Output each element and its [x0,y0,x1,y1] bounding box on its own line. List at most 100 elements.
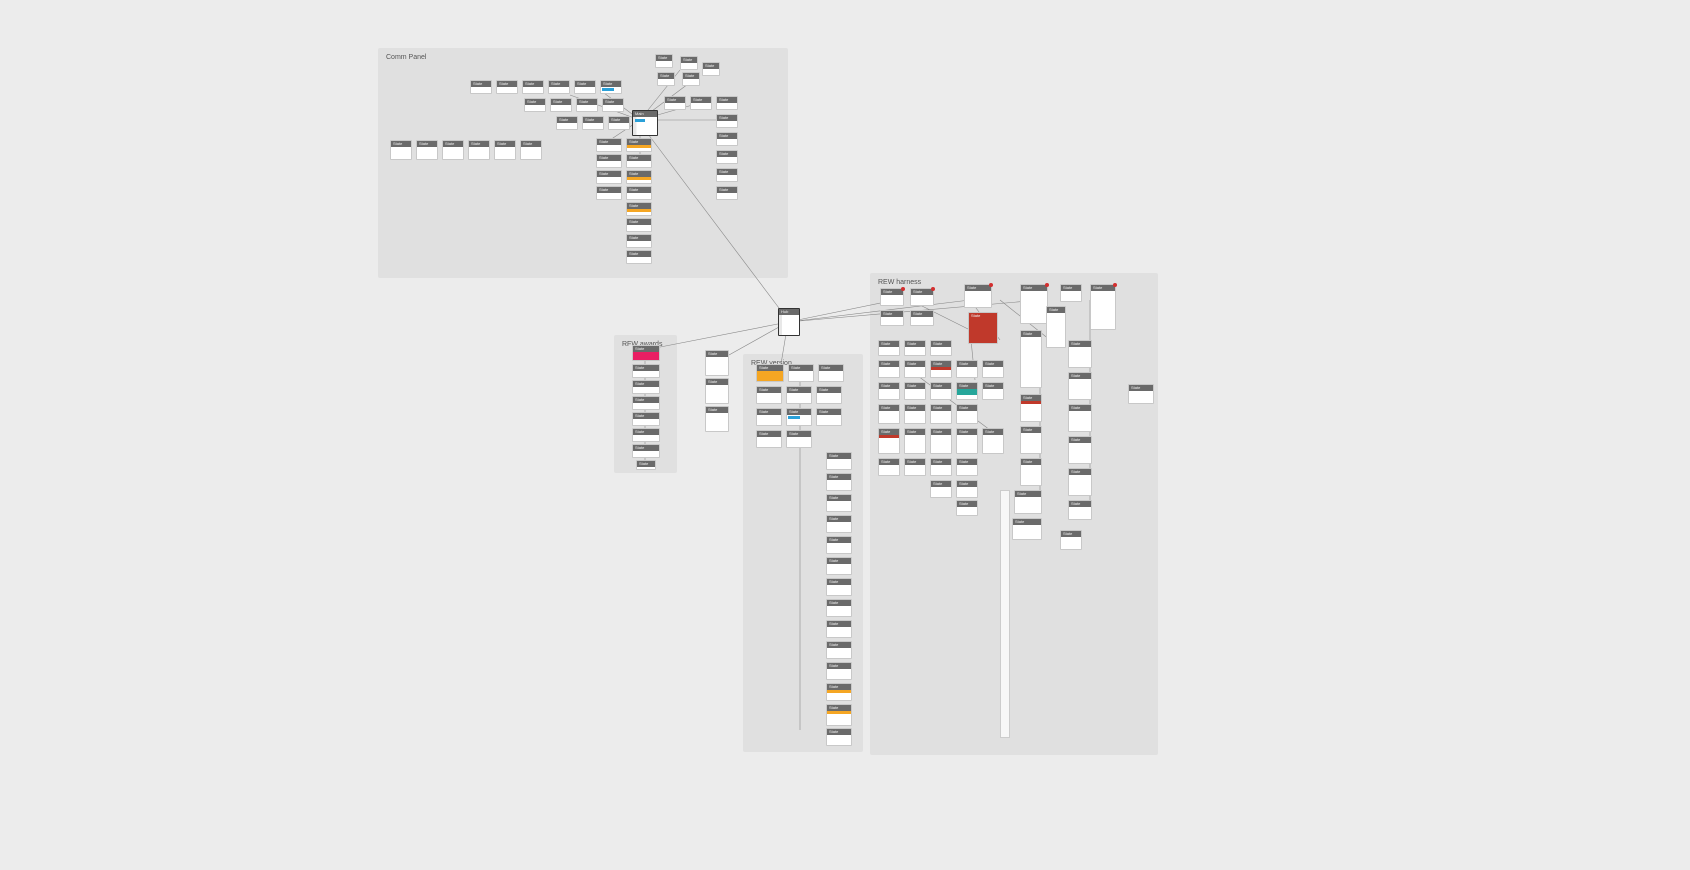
harness-node[interactable]: State [904,428,926,454]
version-node[interactable]: State [786,386,812,404]
comm-node[interactable]: State [626,234,652,248]
comm-node[interactable]: State [496,80,518,94]
harness-node[interactable]: State [930,458,952,476]
harness-node[interactable]: State [910,310,934,326]
harness-node[interactable]: State [1068,500,1092,520]
comm-node[interactable]: State [680,56,698,70]
harness-node[interactable]: State [878,458,900,476]
harness-node[interactable]: State [1060,284,1082,302]
comm-node[interactable]: State [657,72,675,86]
comm-node[interactable]: State [468,140,490,160]
harness-node[interactable]: State [878,428,900,454]
comm-node[interactable]: State [716,168,738,182]
rfw-node[interactable]: State [632,444,660,458]
harness-node[interactable]: State [1014,490,1042,514]
harness-node[interactable]: State [982,360,1004,378]
comm-node[interactable]: State [416,140,438,160]
harness-node[interactable]: State [904,458,926,476]
comm-node[interactable]: State [716,114,738,128]
version-node[interactable]: State [756,408,782,426]
rfw-node[interactable]: State [632,345,660,361]
comm-node[interactable]: State [626,154,652,168]
version-chain-node[interactable]: State [826,473,852,491]
comm-node[interactable]: State [602,98,624,112]
comm-node[interactable]: State [390,140,412,160]
version-chain-node[interactable]: State [826,599,852,617]
harness-node[interactable]: State [956,458,978,476]
comm-node[interactable]: State [626,138,652,152]
harness-node[interactable]: State [878,360,900,378]
version-chain-node[interactable]: State [826,683,852,701]
harness-node[interactable]: State [930,340,952,356]
harness-node[interactable]: State [982,382,1004,400]
version-chain-node[interactable]: State [826,578,852,596]
comm-node[interactable]: State [608,116,630,130]
comm-node[interactable]: State [716,132,738,146]
harness-node[interactable]: State [930,382,952,400]
harness-node[interactable]: State [910,288,934,306]
harness-red-node[interactable]: State [968,312,998,344]
rfw-node[interactable]: State [636,460,656,470]
comm-node[interactable]: State [716,186,738,200]
version-node[interactable]: State [786,408,812,426]
version-chain-node[interactable]: State [826,494,852,512]
harness-list-node[interactable]: State [1020,330,1042,388]
harness-node[interactable]: State [1068,436,1092,464]
rfw-node[interactable]: State [632,428,660,442]
version-chain-node[interactable]: State [826,536,852,554]
standalone-node[interactable]: State [705,406,729,432]
comm-node[interactable]: State [664,96,686,110]
harness-node[interactable]: State [956,404,978,424]
version-chain-node[interactable]: State [826,452,852,470]
comm-node[interactable]: State [596,154,622,168]
comm-node[interactable]: State [655,54,673,68]
harness-node[interactable]: State [930,404,952,424]
harness-node[interactable]: State [880,310,904,326]
rfw-node[interactable]: State [632,380,660,394]
version-node[interactable]: State [816,386,842,404]
harness-node[interactable]: State [904,340,926,356]
harness-node[interactable]: State [904,360,926,378]
comm-node[interactable]: State [690,96,712,110]
harness-node[interactable]: State [1068,404,1092,432]
version-chain-node[interactable]: State [826,704,852,726]
comm-node[interactable]: State [522,80,544,94]
rfw-node[interactable]: State [632,412,660,426]
rfw-node[interactable]: State [632,396,660,410]
comm-node[interactable]: State [596,138,622,152]
comm-node[interactable]: State [596,186,622,200]
harness-node[interactable]: State [1060,530,1082,550]
harness-node[interactable]: State [1068,468,1092,496]
comm-node[interactable]: State [626,250,652,264]
harness-node[interactable]: State [964,284,992,308]
harness-node[interactable]: State [930,360,952,378]
comm-node[interactable]: State [596,170,622,184]
version-node[interactable]: State [818,364,844,382]
harness-node[interactable]: State [1020,284,1048,324]
standalone-node[interactable]: State [705,378,729,404]
harness-node[interactable]: State [904,404,926,424]
comm-hub-node[interactable]: Main [632,110,658,136]
comm-node[interactable]: State [574,80,596,94]
harness-node[interactable]: State [880,288,904,306]
comm-node[interactable]: State [626,170,652,184]
harness-node[interactable]: State [930,428,952,454]
version-chain-node[interactable]: State [826,728,852,746]
version-chain-node[interactable]: State [826,620,852,638]
comm-node[interactable]: State [600,80,622,94]
harness-list-node[interactable]: State [1046,306,1066,348]
version-node[interactable]: State [788,364,814,382]
version-node[interactable]: State [756,386,782,404]
harness-node[interactable]: State [956,360,978,378]
harness-node[interactable]: State [878,404,900,424]
comm-node[interactable]: State [524,98,546,112]
harness-node[interactable]: State [1090,284,1116,330]
harness-node[interactable]: State [878,382,900,400]
comm-node[interactable]: State [682,72,700,86]
harness-node[interactable]: State [1020,394,1042,422]
harness-node[interactable]: State [956,500,978,516]
version-node[interactable]: State [786,430,812,448]
version-node[interactable]: State [756,364,784,382]
comm-node[interactable]: State [520,140,542,160]
comm-node[interactable]: State [442,140,464,160]
